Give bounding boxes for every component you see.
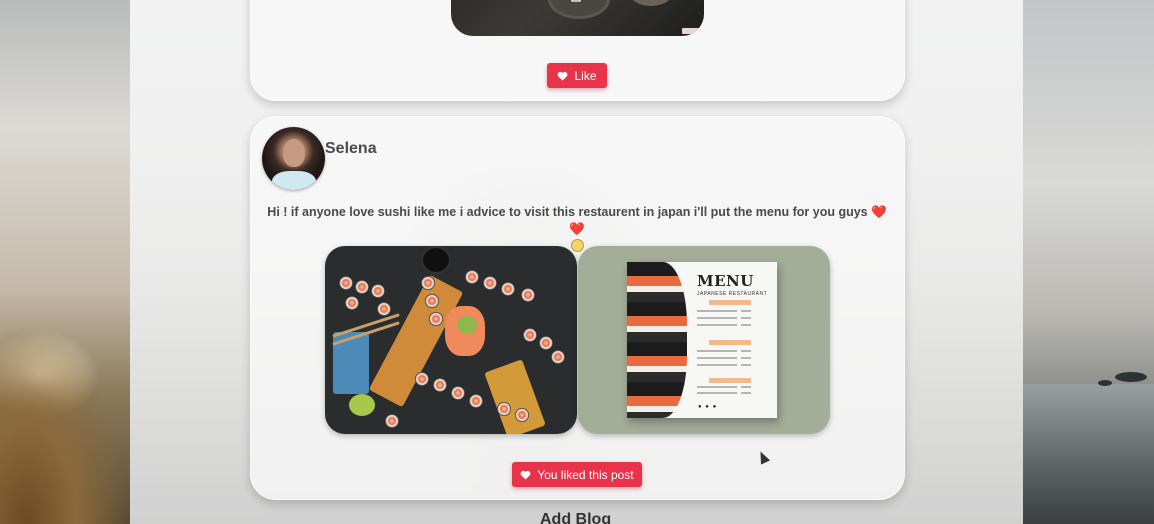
garnish <box>349 394 375 416</box>
menu-line <box>697 350 737 352</box>
background-hill <box>0 324 130 524</box>
background-right <box>1023 0 1154 524</box>
background-sea <box>1023 384 1154 524</box>
avatar[interactable] <box>262 127 325 190</box>
menu-title: MENU <box>697 272 754 290</box>
sushi-roll <box>551 350 565 364</box>
menu-band <box>709 340 751 345</box>
wooden-board <box>484 359 546 434</box>
sushi-roll <box>501 282 515 296</box>
like-button[interactable]: Like <box>547 63 607 88</box>
menu-price <box>741 364 751 366</box>
menu-price <box>741 357 751 359</box>
post-image-sushi[interactable] <box>325 246 577 434</box>
sushi-roll <box>523 328 537 342</box>
sushi-roll <box>433 378 447 392</box>
copy-icon <box>569 0 587 4</box>
background-rock <box>1098 380 1112 386</box>
post-card: Selena Hi ! if anyone love sushi like me… <box>250 116 905 500</box>
menu-sushi-strip <box>627 262 687 418</box>
menu-paper: MENU JAPANESE RESTAURANT ● ● ● <box>627 262 777 418</box>
menu-line <box>697 392 737 394</box>
menu-line <box>697 324 737 326</box>
liked-button[interactable]: You liked this post <box>512 462 642 487</box>
sushi-roll <box>451 386 465 400</box>
menu-price <box>741 310 751 312</box>
smiley-icon <box>570 239 584 252</box>
heart-icon <box>558 71 568 81</box>
menu-line <box>697 357 737 359</box>
sushi-roll <box>385 414 399 428</box>
post-text: Hi ! if anyone love sushi like me i advi… <box>267 205 868 219</box>
image-tag <box>682 28 700 34</box>
post-image[interactable] <box>451 0 704 36</box>
sushi-roll <box>515 408 529 422</box>
post-author[interactable]: Selena <box>325 140 377 158</box>
menu-band <box>709 300 751 305</box>
sushi-roll <box>339 276 353 290</box>
add-blog-heading[interactable]: Add Blog <box>540 511 611 524</box>
sushi-roll <box>421 276 435 290</box>
sushi-roll <box>415 372 429 386</box>
sushi-roll <box>465 270 479 284</box>
sushi-roll <box>539 336 553 350</box>
sushi-roll <box>425 294 439 308</box>
sushi-roll <box>377 302 391 316</box>
menu-price <box>741 324 751 326</box>
like-label: Like <box>574 68 597 83</box>
sushi-roll <box>521 288 535 302</box>
background-rock <box>1115 372 1147 382</box>
sushi-roll <box>355 280 369 294</box>
menu-line <box>697 317 737 319</box>
menu-price <box>741 350 751 352</box>
menu-line <box>697 310 737 312</box>
liked-label: You liked this post <box>537 467 634 482</box>
post-card-previous: Like <box>250 0 905 101</box>
sushi-roll <box>429 312 443 326</box>
sushi-roll <box>497 402 511 416</box>
menu-subtitle: JAPANESE RESTAURANT <box>697 291 768 297</box>
garnish <box>457 316 477 334</box>
image-plate <box>631 0 671 6</box>
post-image-menu[interactable]: MENU JAPANESE RESTAURANT ● ● ● <box>578 246 830 434</box>
menu-price <box>741 392 751 394</box>
menu-line <box>697 386 737 388</box>
background-left <box>0 0 130 524</box>
sushi-roll <box>371 284 385 298</box>
menu-band <box>709 378 751 383</box>
menu-price <box>741 317 751 319</box>
heart-icon <box>520 470 531 480</box>
sushi-roll <box>483 276 497 290</box>
avatar-face <box>283 139 305 167</box>
menu-price <box>741 386 751 388</box>
avatar-shirt <box>272 171 316 190</box>
sushi-roll <box>469 394 483 408</box>
sushi-roll <box>345 296 359 310</box>
menu-dots: ● ● ● <box>698 404 718 410</box>
menu-line <box>697 364 737 366</box>
soy-bowl <box>423 248 449 272</box>
